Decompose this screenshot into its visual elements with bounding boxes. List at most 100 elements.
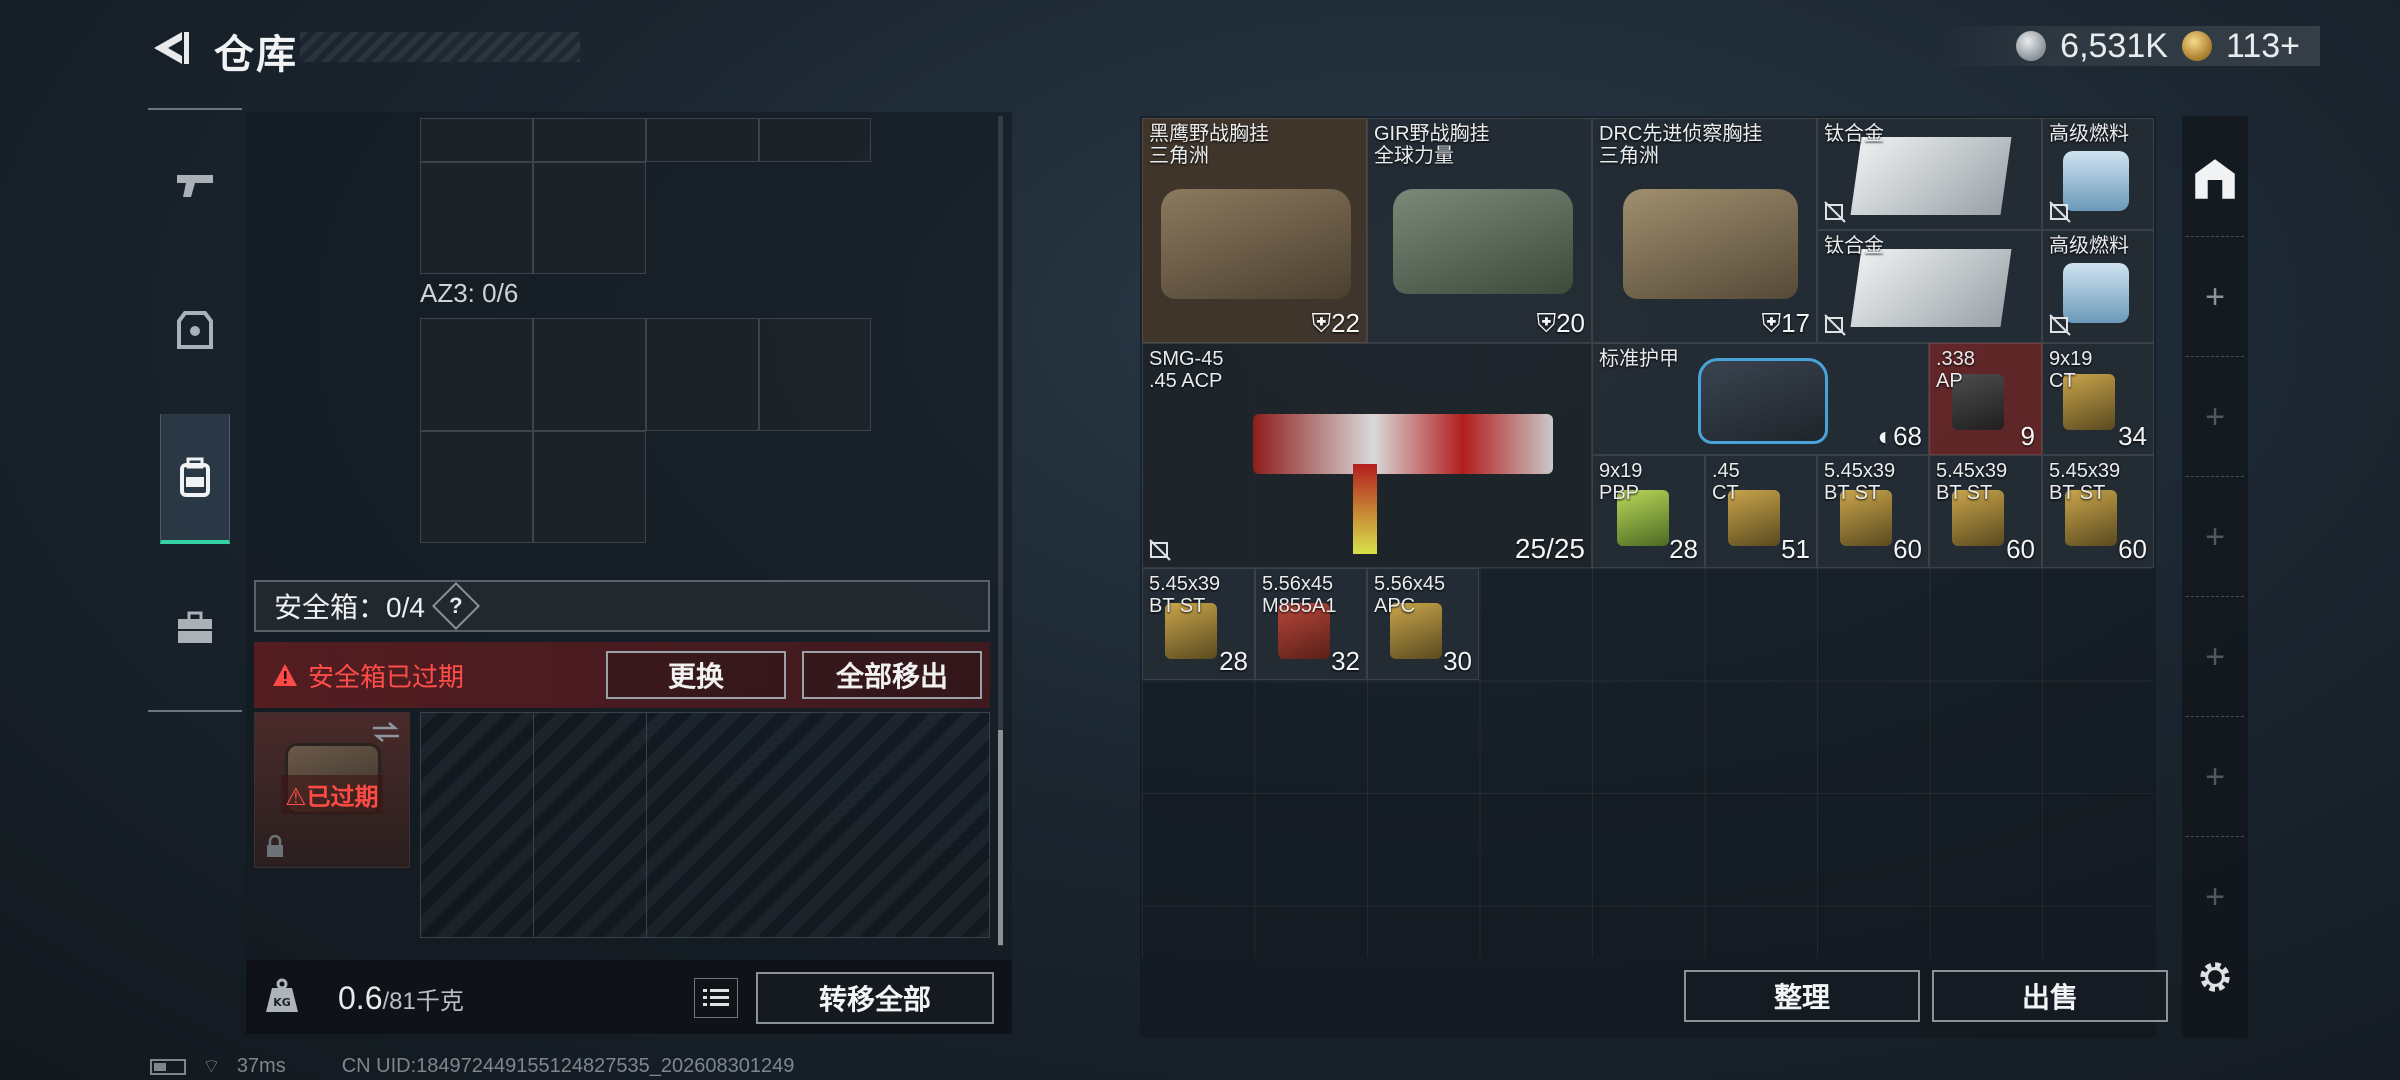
plus-icon: + (2205, 877, 2225, 916)
help-icon[interactable]: ? (431, 581, 480, 631)
tab-weapons[interactable] (160, 120, 230, 250)
plus-icon: + (2205, 517, 2225, 556)
gear-icon (2200, 962, 2230, 992)
stash-item-smg[interactable]: SMG-45 .45 ACP 25/25 (1142, 343, 1592, 568)
safe-box-item[interactable]: ⚠已过期 (254, 712, 410, 868)
back-button[interactable] (148, 26, 192, 70)
fuel-can-image (2063, 263, 2129, 323)
container-slot[interactable] (759, 118, 871, 162)
armor-image (1698, 358, 1828, 444)
no-insure-icon (1824, 314, 1846, 336)
smg-image (1253, 414, 1553, 474)
ammo-count: 34 (2118, 421, 2147, 451)
organize-button[interactable]: 整理 (1684, 970, 1920, 1022)
stash-item-ammo[interactable]: 5.56x45 M855A1 32 (1255, 568, 1367, 680)
stash-item-ammo[interactable]: 5.45x39 BT ST 60 (1817, 455, 1929, 568)
stash-item-ammo[interactable]: 9x19 CT 34 (2042, 343, 2154, 455)
status-bar: ⌔ 37ms CN UID:18497244915512482753​5_202… (150, 1054, 794, 1079)
stash-item-fuel[interactable]: 高级燃料 (2042, 118, 2154, 230)
plus-icon: + (2205, 637, 2225, 676)
tab-armor[interactable] (160, 264, 230, 394)
weight-icon: KG (266, 978, 298, 1012)
no-insure-icon (1824, 201, 1846, 223)
az3-slot[interactable] (420, 431, 533, 543)
transfer-all-button[interactable]: 转移全部 (756, 972, 994, 1024)
stash-item-ammo[interactable]: .338 AP 9 (1929, 343, 2042, 455)
tab-backpack[interactable] (160, 414, 230, 544)
safe-box-label: 安全箱：0/4 (274, 592, 425, 623)
add-stash-tab-button[interactable]: + (2182, 362, 2248, 472)
list-view-button[interactable] (694, 978, 738, 1018)
add-stash-tab-button[interactable]: + (2182, 602, 2248, 712)
safe-box-header: 安全箱：0/4 ? (254, 580, 990, 632)
add-stash-tab-button[interactable]: + (2182, 482, 2248, 592)
move-all-out-button[interactable]: 全部移出 (802, 651, 982, 699)
ammo-count: 25/25 (1514, 533, 1585, 564)
stash-item-ammo[interactable]: 9x19 PBP 28 (1592, 455, 1705, 568)
ammo-count: 28 (1669, 534, 1698, 564)
container-slot[interactable] (646, 118, 759, 162)
silver-coin-value: 6,531K (2060, 26, 2168, 65)
svg-text:KG: KG (273, 996, 291, 1009)
container-slot[interactable] (420, 162, 533, 274)
safe-box-slots (420, 712, 990, 938)
plus-icon: + (2205, 757, 2225, 796)
stash-grid: 黑鹰野战胸挂 三角洲 ⛨22 GIR野战胸挂 全球力量 ⛨20 DRC先进侦察胸… (1142, 118, 2154, 958)
stash-tab-main[interactable] (2182, 124, 2248, 234)
item-durability: ⛨20 (1536, 308, 1585, 338)
swap-icon[interactable] (371, 721, 401, 743)
container-slot[interactable] (420, 118, 533, 162)
no-insure-icon (2049, 201, 2071, 223)
stash-item-armor[interactable]: 标准护甲 ◐68 (1592, 343, 1929, 455)
stash-item-fuel[interactable]: 高级燃料 (2042, 230, 2154, 343)
title-decoration (300, 32, 580, 62)
ammo-count: 60 (2006, 534, 2035, 564)
az3-slot[interactable] (759, 318, 871, 431)
ping-text: 37ms (236, 1055, 286, 1077)
item-durability: ⛨17 (1761, 308, 1810, 338)
stash-item-chest-rig[interactable]: DRC先进侦察胸挂 三角洲 ⛨17 (1592, 118, 1817, 343)
weight-current: 0.6 (338, 980, 383, 1016)
stash-item-titanium[interactable]: 钛合金 (1817, 118, 2042, 230)
pistol-icon (177, 175, 213, 197)
add-stash-tab-button[interactable]: + (2182, 242, 2248, 352)
sell-button[interactable]: 出售 (1932, 970, 2168, 1022)
ammo-count: 60 (1893, 534, 1922, 564)
safe-box-expired-text: 安全箱已过期 (308, 661, 465, 692)
add-stash-tab-button[interactable]: + (2182, 722, 2248, 832)
container-slot[interactable] (533, 118, 646, 162)
az3-slot[interactable] (420, 318, 533, 431)
stash-item-ammo[interactable]: 5.45x39 BT ST 60 (2042, 455, 2154, 568)
fuel-can-image (2063, 151, 2129, 211)
settings-button[interactable] (2182, 922, 2248, 1032)
no-insure-icon (1149, 539, 1171, 561)
stash-item-ammo[interactable]: 5.45x39 BT ST 28 (1142, 568, 1255, 680)
stash-item-titanium[interactable]: 钛合金 (1817, 230, 2042, 343)
stash-item-ammo[interactable]: 5.56x45 APC 30 (1367, 568, 1479, 680)
ammo-count: 9 (2020, 421, 2035, 451)
stash-item-ammo[interactable]: .45 CT 51 (1705, 455, 1817, 568)
titanium-image (1850, 249, 2012, 327)
stash-item-chest-rig[interactable]: GIR野战胸挂 全球力量 ⛨20 (1367, 118, 1592, 343)
scrollbar-thumb[interactable] (998, 730, 1003, 945)
smg-magazine-image (1353, 464, 1377, 554)
plus-icon: + (2205, 397, 2225, 436)
stash-item-ammo[interactable]: 5.45x39 BT ST 60 (1929, 455, 2042, 568)
az3-slot[interactable] (533, 318, 646, 431)
uid-text: CN UID:18497244915512482753​5_2026083012… (341, 1055, 795, 1077)
az3-capacity-label: AZ3: 0/6 (420, 278, 519, 308)
ammo-count: 28 (1219, 646, 1248, 676)
battery-icon (150, 1058, 186, 1075)
gold-coin-icon (2181, 31, 2212, 61)
chest-rig-image (1393, 189, 1573, 294)
ammo-count: 32 (1331, 646, 1360, 676)
tab-case[interactable] (160, 562, 230, 692)
titanium-image (1850, 137, 2012, 215)
replace-button[interactable]: 更换 (606, 651, 786, 699)
page-title: 仓库 (214, 33, 298, 77)
stash-item-chest-rig[interactable]: 黑鹰野战胸挂 三角洲 ⛨22 (1142, 118, 1367, 343)
az3-slot[interactable] (533, 431, 646, 543)
chest-rig-image (1623, 189, 1798, 299)
container-slot[interactable] (533, 162, 646, 274)
az3-slot[interactable] (646, 318, 759, 431)
